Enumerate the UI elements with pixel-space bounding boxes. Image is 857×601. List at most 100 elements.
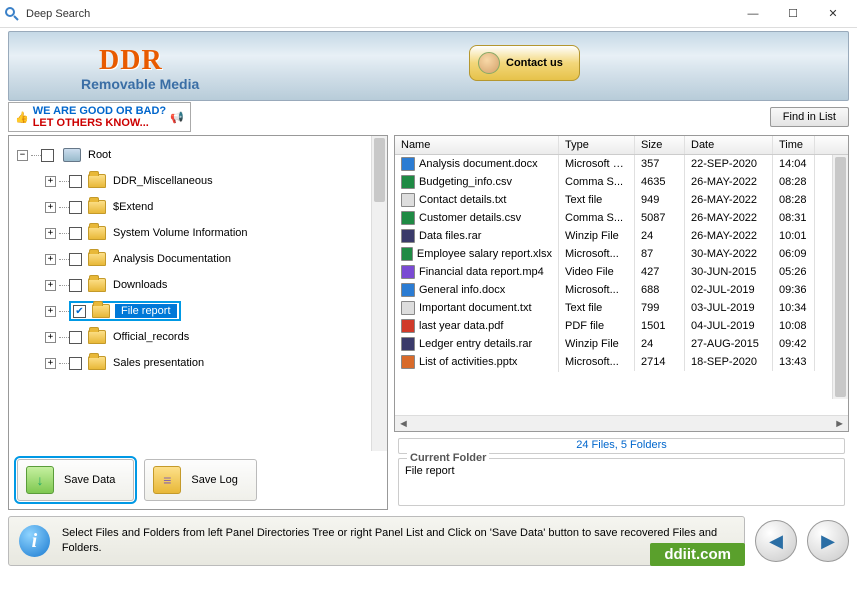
folder-icon [88,226,106,240]
file-name: List of activities.pptx [419,356,517,368]
file-size: 5087 [635,209,685,227]
feedback-badge[interactable]: 👍 WE ARE GOOD OR BAD? LET OTHERS KNOW...… [8,102,191,132]
file-name: Contact details.txt [419,194,506,206]
list-scrollbar-v[interactable] [832,155,848,399]
expand-icon[interactable]: + [45,228,56,239]
expand-icon[interactable]: + [45,358,56,369]
expand-icon[interactable]: + [45,176,56,187]
file-size: 24 [635,335,685,353]
brand-tag[interactable]: ddiit.com [650,543,745,566]
file-size: 87 [635,245,685,263]
tree-item[interactable]: + Sales presentation [11,350,385,376]
checkbox[interactable] [41,149,54,162]
col-type[interactable]: Type [559,136,635,154]
save-data-button[interactable]: Save Data [17,459,134,501]
tree-label: DDR_Miscellaneous [111,174,215,188]
tree-item[interactable]: + DDR_Miscellaneous [11,168,385,194]
collapse-icon[interactable]: − [17,150,28,161]
maximize-button[interactable]: ☐ [773,2,813,26]
file-list[interactable]: Analysis document.docxMicrosoft S...3572… [395,155,848,415]
list-scrollbar-h[interactable]: ◄► [395,415,848,431]
file-size: 799 [635,299,685,317]
file-size: 2714 [635,353,685,371]
contact-us-button[interactable]: Contact us [469,45,580,81]
file-date: 22-SEP-2020 [685,155,773,173]
file-type: Microsoft S... [559,155,635,173]
file-type: PDF file [559,317,635,335]
file-type-icon [401,265,415,279]
file-type: Winzip File [559,335,635,353]
col-size[interactable]: Size [635,136,685,154]
tree-item[interactable]: +$Extend [11,194,385,220]
tree-item[interactable]: +Downloads [11,272,385,298]
file-type-icon [401,193,415,207]
folder-icon [88,278,106,292]
checkbox[interactable]: ✔ [73,305,86,318]
nav-next-button[interactable]: ▶ [807,520,849,562]
folder-icon [88,252,106,266]
file-date: 27-AUG-2015 [685,335,773,353]
file-row[interactable]: General info.docxMicrosoft...68802-JUL-2… [395,281,848,299]
file-time: 09:36 [773,281,815,299]
file-row[interactable]: last year data.pdfPDF file150104-JUL-201… [395,317,848,335]
file-name: Important document.txt [419,302,532,314]
file-row[interactable]: Important document.txtText file79903-JUL… [395,299,848,317]
file-row[interactable]: Contact details.txtText file94926-MAY-20… [395,191,848,209]
tree-item[interactable]: +✔File report [11,298,385,324]
file-type: Video File [559,263,635,281]
expand-icon[interactable]: + [45,332,56,343]
tree-item[interactable]: +System Volume Information [11,220,385,246]
save-data-label: Save Data [64,474,115,486]
folder-icon [88,330,106,344]
file-type-icon [401,157,415,171]
folder-icon [88,200,106,214]
expand-icon[interactable]: + [45,202,56,213]
directory-tree[interactable]: − Root + DDR_Miscellaneous +$Extend+System… [9,136,387,451]
expand-icon[interactable]: + [45,306,56,317]
file-time: 14:04 [773,155,815,173]
file-name: Financial data report.mp4 [419,266,544,278]
tree-label: Sales presentation [111,356,206,370]
file-size: 24 [635,227,685,245]
nav-prev-button[interactable]: ◀ [755,520,797,562]
file-row[interactable]: Data files.rarWinzip File2426-MAY-202210… [395,227,848,245]
file-row[interactable]: Financial data report.mp4Video File42730… [395,263,848,281]
close-button[interactable]: ✕ [813,2,853,26]
tree-label: Analysis Documentation [111,252,233,266]
file-row[interactable]: Employee salary report.xlsxMicrosoft...8… [395,245,848,263]
file-name: Customer details.csv [419,212,521,224]
file-row[interactable]: Customer details.csvComma S...508726-MAY… [395,209,848,227]
file-row[interactable]: Ledger entry details.rarWinzip File2427-… [395,335,848,353]
tree-item[interactable]: +Official_records [11,324,385,350]
checkbox[interactable] [69,253,82,266]
file-date: 26-MAY-2022 [685,173,773,191]
col-name[interactable]: Name [395,136,559,154]
checkbox[interactable] [69,175,82,188]
tree-item[interactable]: + Analysis Documentation [11,246,385,272]
tree-root[interactable]: − Root [11,142,385,168]
folder-icon [88,356,106,370]
file-date: 02-JUL-2019 [685,281,773,299]
disk-icon [63,148,81,162]
file-type: Text file [559,191,635,209]
checkbox[interactable] [69,357,82,370]
file-date: 03-JUL-2019 [685,299,773,317]
file-row[interactable]: List of activities.pptxMicrosoft...27141… [395,353,848,371]
tree-scrollbar[interactable] [371,136,387,451]
checkbox[interactable] [69,227,82,240]
find-in-list-button[interactable]: Find in List [770,107,849,127]
expand-icon[interactable]: + [45,280,56,291]
file-time: 13:43 [773,353,815,371]
col-time[interactable]: Time [773,136,815,154]
checkbox[interactable] [69,279,82,292]
expand-icon[interactable]: + [45,254,56,265]
save-log-button[interactable]: Save Log [144,459,256,501]
checkbox[interactable] [69,331,82,344]
file-name: Employee salary report.xlsx [417,248,552,260]
minimize-button[interactable]: — [733,2,773,26]
file-row[interactable]: Budgeting_info.csvComma S...463526-MAY-2… [395,173,848,191]
current-folder-value: File report [405,465,838,477]
file-row[interactable]: Analysis document.docxMicrosoft S...3572… [395,155,848,173]
checkbox[interactable] [69,201,82,214]
col-date[interactable]: Date [685,136,773,154]
